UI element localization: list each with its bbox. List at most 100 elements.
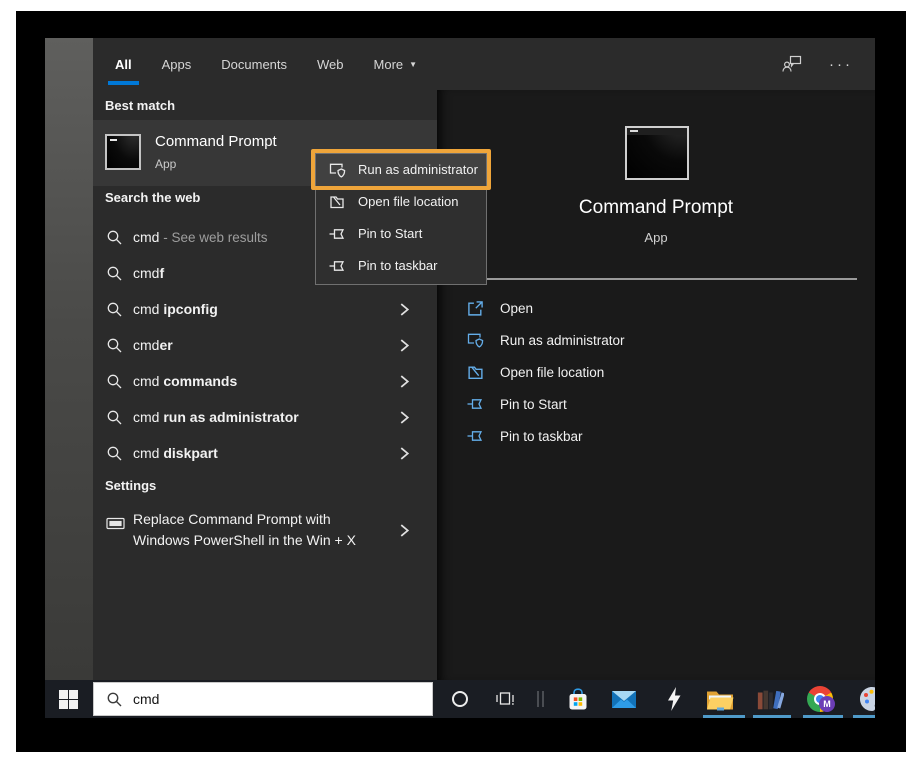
start-button[interactable] bbox=[45, 680, 92, 718]
tab-apps-label: Apps bbox=[162, 57, 192, 72]
settings-result-row[interactable]: Replace Command Prompt with Windows Powe… bbox=[93, 504, 437, 562]
action-run-as-admin[interactable]: Run as administrator bbox=[467, 325, 857, 357]
pin-icon bbox=[329, 258, 347, 274]
command-prompt-icon-large bbox=[625, 126, 689, 180]
search-filter-tabs: All Apps Documents Web More ▼ bbox=[115, 38, 417, 90]
action-label: Open bbox=[500, 301, 533, 316]
pin-icon bbox=[329, 226, 347, 242]
tab-documents-label: Documents bbox=[221, 57, 287, 72]
chevron-right-icon[interactable] bbox=[398, 339, 411, 352]
mail-icon[interactable] bbox=[610, 686, 638, 712]
chevron-right-icon[interactable] bbox=[398, 303, 411, 316]
web-suggestion-row[interactable]: cmd diskpart bbox=[93, 436, 437, 472]
search-icon bbox=[106, 373, 123, 390]
task-view-icon[interactable] bbox=[495, 689, 515, 708]
menu-item-pin-to-start[interactable]: Pin to Start bbox=[316, 218, 486, 250]
suggestion-text: cmd - See web results bbox=[133, 229, 268, 245]
suggestion-text: cmd run as administrator bbox=[133, 409, 299, 425]
action-pin-to-taskbar[interactable]: Pin to taskbar bbox=[467, 421, 857, 453]
chevron-down-icon: ▼ bbox=[409, 60, 417, 69]
menu-item-label: Open file location bbox=[358, 194, 458, 209]
pin-icon bbox=[467, 428, 485, 444]
settings-item-line1: Replace Command Prompt with bbox=[133, 511, 331, 527]
taskbar-separator bbox=[537, 691, 544, 707]
pin-icon bbox=[467, 396, 485, 412]
chrome-logo: M bbox=[807, 686, 833, 712]
tab-apps[interactable]: Apps bbox=[162, 38, 192, 90]
menu-item-label: Pin to taskbar bbox=[358, 258, 438, 273]
tab-more[interactable]: More ▼ bbox=[374, 38, 418, 90]
best-match-subtitle: App bbox=[155, 157, 176, 171]
menu-item-label: Pin to Start bbox=[358, 226, 422, 241]
windows-search-screenshot: All Apps Documents Web More ▼ ··· Best ma… bbox=[0, 0, 920, 761]
action-label: Pin to taskbar bbox=[500, 429, 583, 444]
feedback-icon[interactable] bbox=[781, 54, 803, 74]
settings-item-line2: Windows PowerShell in the Win + X bbox=[133, 532, 356, 548]
taskbar-search-box[interactable] bbox=[93, 682, 433, 716]
running-indicator bbox=[853, 715, 875, 718]
tab-web-label: Web bbox=[317, 57, 344, 72]
chevron-right-icon[interactable] bbox=[398, 375, 411, 388]
library-books-icon[interactable] bbox=[756, 686, 784, 712]
running-indicator bbox=[703, 715, 745, 718]
action-open-file-location[interactable]: Open file location bbox=[467, 357, 857, 389]
preview-app-title: Command Prompt bbox=[437, 197, 875, 219]
suggestion-text: cmd ipconfig bbox=[133, 301, 218, 317]
search-icon bbox=[106, 229, 123, 246]
web-suggestion-row[interactable]: cmder bbox=[93, 328, 437, 364]
header-actions: ··· bbox=[781, 38, 853, 90]
folder-icon bbox=[467, 364, 484, 381]
windows-logo-icon bbox=[59, 690, 78, 709]
menu-item-pin-to-taskbar[interactable]: Pin to taskbar bbox=[316, 250, 486, 282]
action-label: Run as administrator bbox=[500, 333, 625, 348]
cortana-icon[interactable] bbox=[452, 691, 468, 707]
tab-all[interactable]: All bbox=[115, 38, 132, 90]
command-prompt-icon bbox=[105, 134, 141, 170]
search-icon bbox=[106, 337, 123, 354]
search-the-web-label: Search the web bbox=[105, 190, 200, 205]
chrome-icon[interactable]: M bbox=[806, 686, 834, 712]
menu-item-open-file-location[interactable]: Open file location bbox=[316, 186, 486, 218]
chevron-right-icon[interactable] bbox=[398, 524, 411, 537]
chevron-right-icon[interactable] bbox=[398, 411, 411, 424]
more-options-icon[interactable]: ··· bbox=[829, 56, 853, 73]
search-icon bbox=[106, 265, 123, 282]
web-suggestion-row[interactable]: cmd ipconfig bbox=[93, 292, 437, 328]
lightning-bolt-icon[interactable] bbox=[660, 686, 688, 712]
search-input[interactable] bbox=[133, 691, 403, 707]
folder-icon bbox=[329, 194, 345, 210]
preview-app-subtitle: App bbox=[437, 230, 875, 245]
running-indicator bbox=[753, 715, 791, 718]
action-pin-to-start[interactable]: Pin to Start bbox=[467, 389, 857, 421]
suggestion-text: cmdf bbox=[133, 265, 164, 281]
tab-web[interactable]: Web bbox=[317, 38, 344, 90]
divider bbox=[467, 278, 857, 280]
menu-item-label: Run as administrator bbox=[358, 162, 478, 177]
action-label: Pin to Start bbox=[500, 397, 567, 412]
best-match-title: Command Prompt bbox=[155, 133, 277, 150]
menu-item-run-as-administrator[interactable]: Run as administrator bbox=[316, 154, 486, 186]
desktop-edge bbox=[45, 38, 93, 680]
chrome-profile-badge: M bbox=[819, 696, 835, 712]
suggestion-text: cmd commands bbox=[133, 373, 237, 389]
taskbar: M bbox=[45, 680, 875, 718]
search-icon bbox=[106, 691, 123, 708]
tab-more-label: More bbox=[374, 57, 404, 72]
shield-admin-icon bbox=[467, 332, 485, 349]
chevron-right-icon[interactable] bbox=[398, 447, 411, 460]
file-explorer-icon[interactable] bbox=[706, 686, 734, 712]
tab-all-label: All bbox=[115, 57, 132, 72]
display-settings-icon bbox=[106, 517, 125, 531]
best-match-label: Best match bbox=[105, 98, 175, 113]
search-icon bbox=[106, 409, 123, 426]
tab-documents[interactable]: Documents bbox=[221, 38, 287, 90]
paint-palette-icon[interactable] bbox=[858, 686, 875, 712]
suggestion-text: cmder bbox=[133, 337, 173, 353]
web-suggestion-row[interactable]: cmd commands bbox=[93, 364, 437, 400]
microsoft-store-icon[interactable] bbox=[564, 686, 592, 712]
action-open[interactable]: Open bbox=[467, 293, 857, 325]
context-menu: Run as administrator Open file location … bbox=[315, 153, 487, 285]
web-suggestion-row[interactable]: cmd run as administrator bbox=[93, 400, 437, 436]
shield-admin-icon bbox=[329, 162, 347, 179]
suggestion-text: cmd diskpart bbox=[133, 445, 218, 461]
